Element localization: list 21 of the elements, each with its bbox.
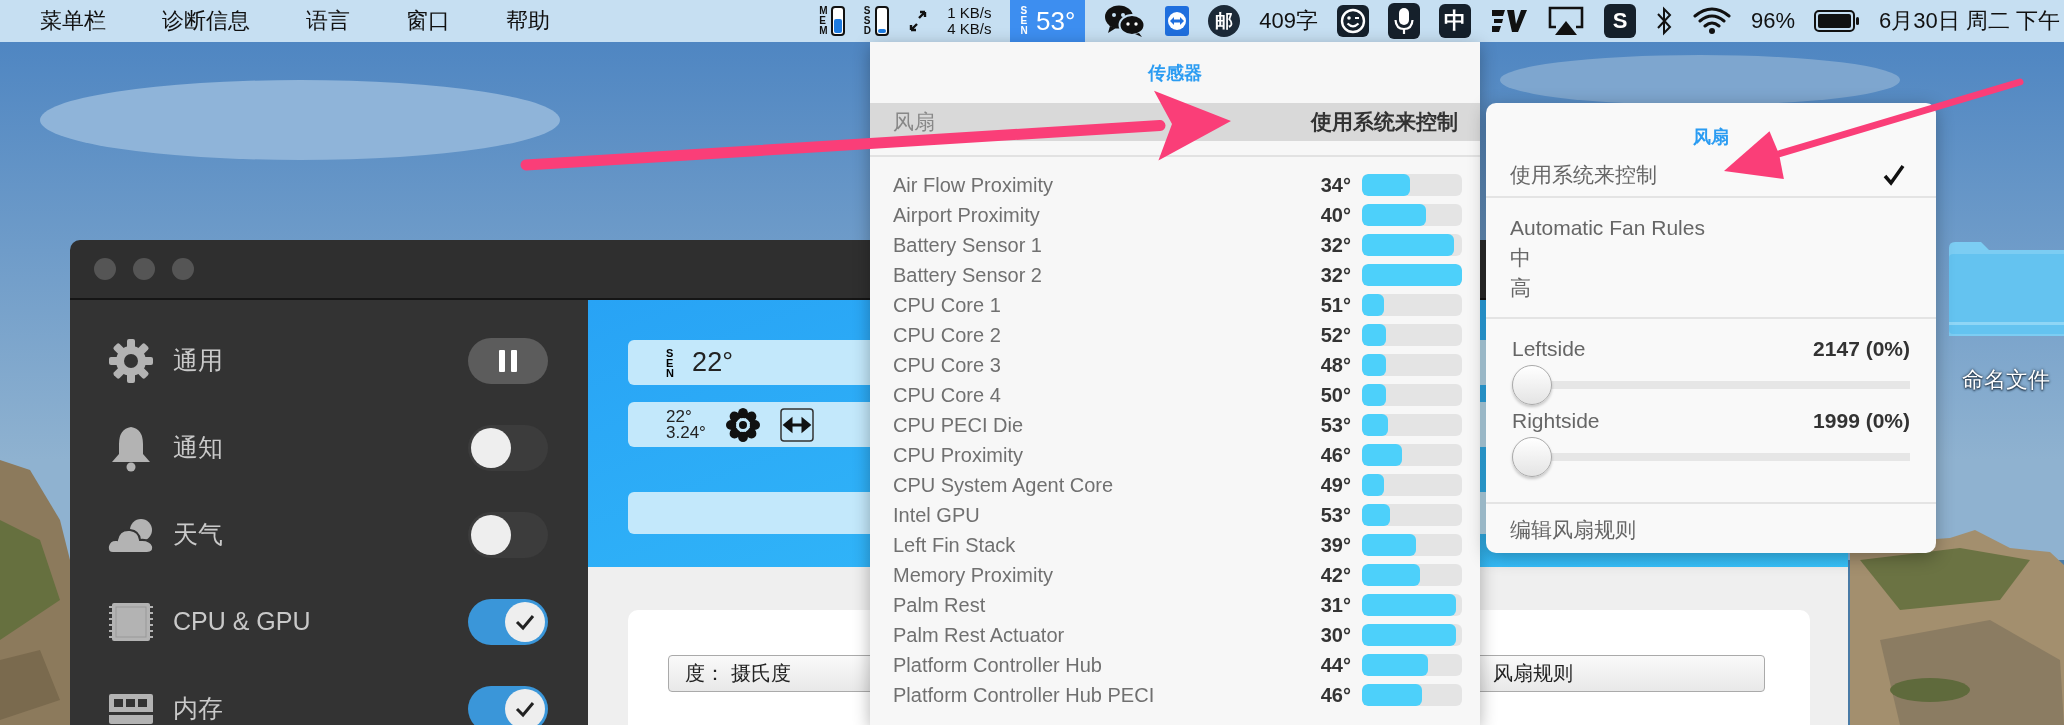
sensor-temperature: 53° [1319,503,1351,527]
sensor-temperature: 39° [1319,533,1351,557]
sensor-name: Left Fin Stack [893,533,1017,557]
gauge-label: MEM [819,6,825,36]
gauge-label: SSD [863,6,870,36]
sensor-temperature: 30° [1319,623,1351,647]
sensor-temperature: 53° [1035,5,1076,37]
download-speed: 4 KB/s [947,21,992,37]
sensor-name: Palm Rest Actuator [893,623,1066,647]
sensor-name: CPU System Agent Core [893,473,1115,497]
sensor-name: Memory Proximity [893,563,1054,587]
sensor-temperature: 31° [1319,593,1351,617]
sensor-name: Platform Controller Hub PECI [893,683,1156,707]
sensor-label: SEN [1020,6,1026,36]
sensor-name: Intel GPU [893,503,981,527]
upload-speed: 1 KB/s [947,5,992,21]
sensor-name: Platform Controller Hub [893,653,1103,677]
sensor-temperature: 42° [1319,563,1351,587]
sensor-temperature: 49° [1319,473,1351,497]
sensor-temperature: 44° [1319,653,1351,677]
sensor-name: Palm Rest [893,593,987,617]
